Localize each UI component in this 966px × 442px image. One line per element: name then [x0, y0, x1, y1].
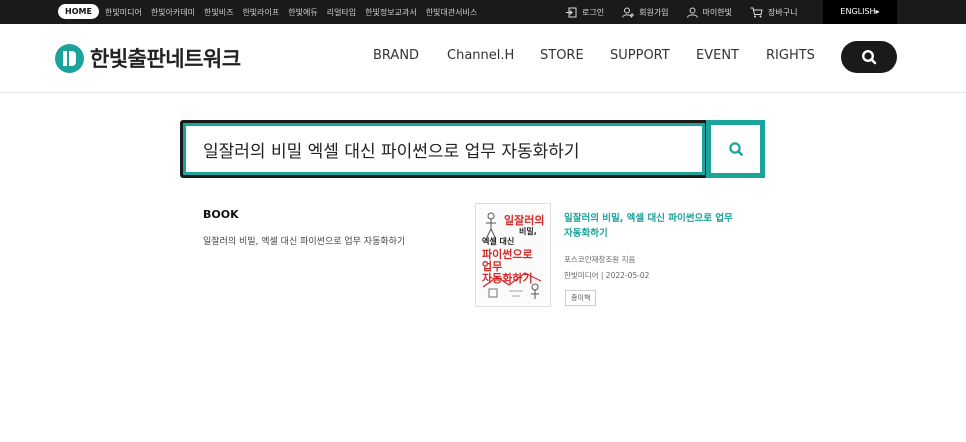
search-input[interactable]: [203, 131, 698, 167]
cart-label: 장바구니: [768, 7, 798, 17]
family-link[interactable]: 한빛아카데미: [151, 7, 195, 18]
nav-support[interactable]: SUPPORT: [610, 48, 670, 63]
nav-channel-h[interactable]: Channel.H: [447, 48, 514, 63]
cover-title-line: 자동화하기: [482, 272, 533, 285]
search-field-frame: [180, 120, 708, 178]
search-submit-button[interactable]: [706, 120, 765, 178]
user-icon: [686, 7, 698, 18]
result-section-label: BOOK: [203, 208, 239, 221]
search-form: [180, 120, 765, 178]
header-search-button[interactable]: [841, 41, 897, 73]
nav-store[interactable]: STORE: [540, 48, 584, 63]
book-title-link[interactable]: 일잘러의 비밀, 엑셀 대신 파이썬으로 업무 자동화하기: [564, 211, 739, 241]
book-publisher-date: 한빛미디어 | 2022-05-02: [564, 271, 650, 280]
book-publisher: 한빛미디어: [564, 271, 599, 280]
cart-link[interactable]: 장바구니: [750, 7, 797, 18]
cart-icon: [750, 7, 763, 17]
top-utility-bar: HOME 한빛미디어 한빛아카데미 한빛비즈 한빛라이프 한빛에듀 리얼타임 한…: [0, 0, 966, 24]
cover-title-line: 비밀,: [519, 227, 537, 236]
main-header: 한빛출판네트워크 BRAND Channel.H STORE SUPPORT E…: [0, 24, 966, 93]
cover-title-line: 업무: [482, 260, 503, 273]
user-plus-icon: [622, 7, 635, 18]
nav-brand[interactable]: BRAND: [373, 48, 419, 63]
cover-title-line: 파이썬으로: [482, 248, 533, 261]
result-query-text: 일잘러의 비밀, 엑셀 대신 파이썬으로 업무 자동화하기: [203, 237, 406, 247]
login-link[interactable]: 로그인: [566, 7, 604, 18]
book-author: 포스코인재창조원 지음: [564, 255, 636, 264]
family-link[interactable]: 한빛에듀: [288, 7, 317, 18]
family-link[interactable]: 한빛라이프: [242, 7, 279, 18]
global-nav: BRAND Channel.H STORE SUPPORT EVENT RIGH…: [0, 24, 966, 93]
login-label: 로그인: [582, 7, 605, 17]
book-format-badge: 종이책: [565, 290, 597, 306]
book-cover-image[interactable]: 일잘러의 비밀, 엑셀 대신 파이썬으로 업무 자동화하기: [475, 203, 551, 307]
family-link[interactable]: 한빛정보교과서: [365, 7, 417, 18]
cover-title-line: 일잘러의: [504, 214, 545, 227]
book-cover-art: 일잘러의 비밀, 엑셀 대신 파이썬으로 업무 자동화하기: [479, 207, 547, 303]
signup-label: 회원가입: [639, 7, 669, 17]
family-link[interactable]: 한빛비즈: [204, 7, 233, 18]
family-link[interactable]: 한빛대관서비스: [426, 7, 478, 18]
book-date: 2022-05-02: [605, 271, 650, 280]
login-icon: [566, 7, 577, 17]
family-link[interactable]: 한빛미디어: [105, 7, 142, 18]
english-site-link[interactable]: ENGLISH▸: [823, 0, 897, 24]
nav-event[interactable]: EVENT: [696, 48, 739, 63]
search-icon: [861, 49, 877, 65]
nav-rights[interactable]: RIGHTS: [766, 48, 815, 63]
family-site-links: 한빛미디어 한빛아카데미 한빛비즈 한빛라이프 한빛에듀 리얼타임 한빛정보교과…: [105, 0, 477, 24]
home-link[interactable]: HOME: [58, 4, 99, 19]
signup-link[interactable]: 회원가입: [622, 7, 669, 18]
mypage-link[interactable]: 마이한빛: [686, 7, 732, 18]
mypage-label: 마이한빛: [702, 7, 732, 17]
user-utility-links: 로그인 회원가입 마이한빛 장바구니: [566, 0, 797, 24]
cover-title-line: 엑셀 대신: [482, 237, 515, 246]
family-link[interactable]: 리얼타임: [327, 7, 356, 18]
search-icon: [728, 142, 743, 156]
